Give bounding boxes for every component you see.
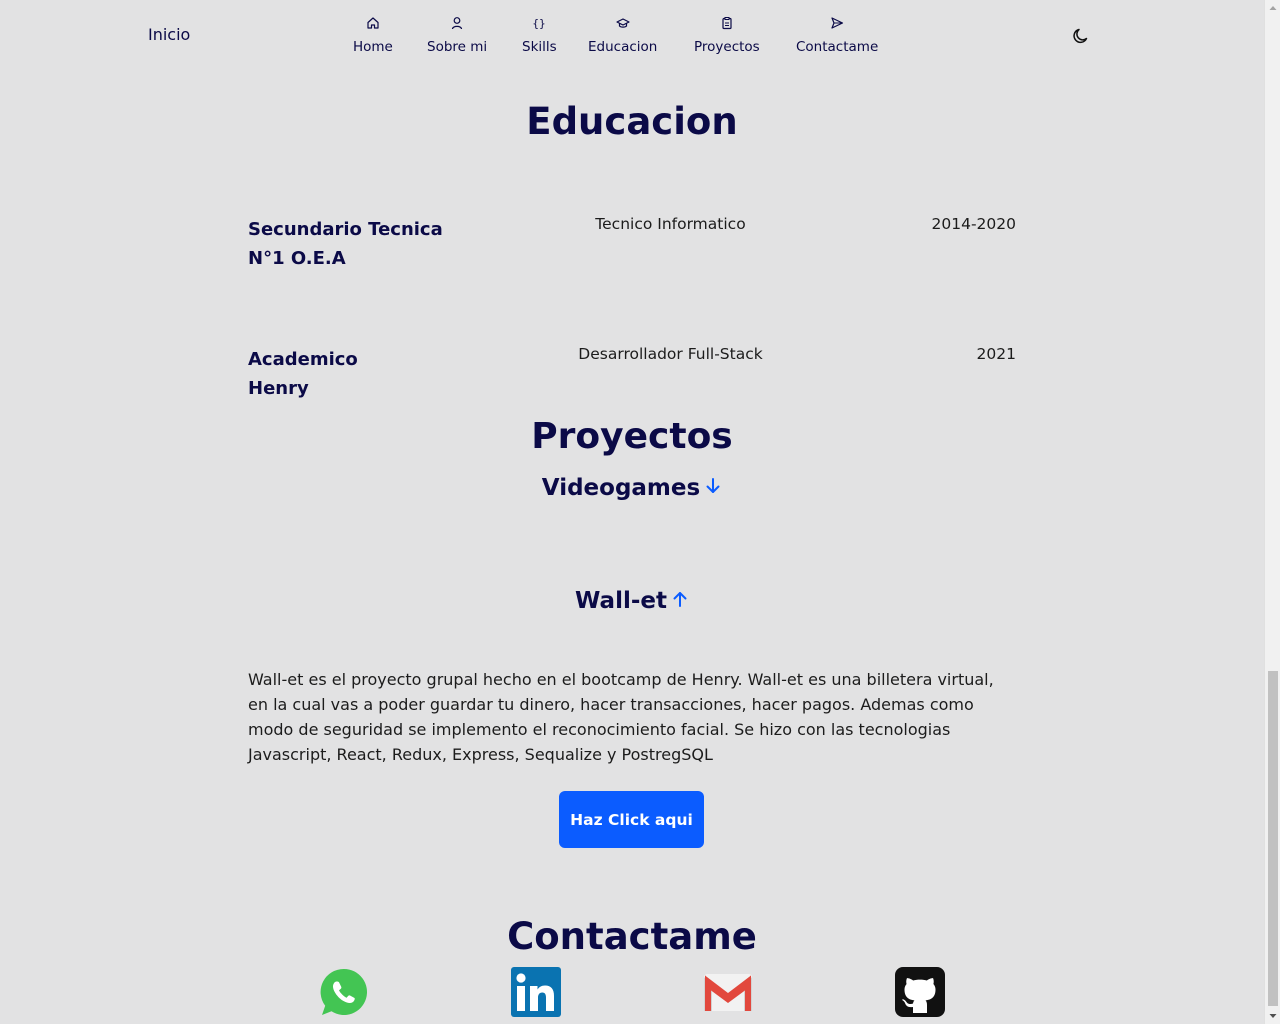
svg-text:{}: {} [533,17,546,30]
code-braces-icon: {} [522,16,557,32]
arrow-up-icon [671,589,689,615]
nav-item-educacion[interactable]: Educacion [588,16,657,55]
theme-toggle-button[interactable] [1071,26,1091,46]
gmail-icon[interactable] [703,967,753,1017]
projects-title: Proyectos [531,416,733,457]
project-description: Wall-et es el proyecto grupal hecho en e… [248,670,994,764]
arrow-down-icon [704,476,722,502]
project-toggle-videogames[interactable]: Videogames [0,475,1264,502]
education-years: 2021 [976,345,1016,363]
moon-icon [1071,28,1091,50]
nav-item-home[interactable]: Home [353,16,393,55]
nav-item-sobre-mi[interactable]: Sobre mi [427,16,487,55]
contact-title: Contactame [507,915,757,958]
project-link-button[interactable]: Haz Click aqui [559,791,704,848]
project-name: Wall-et [575,588,667,614]
clipboard-icon [694,16,760,32]
education-institution: Academico Henry [248,349,358,399]
nav-item-label: Home [353,39,393,55]
contact-links [0,967,1264,1024]
education-item: Academico Henry Desarrollador Full-Stack… [248,345,1016,415]
education-item: Secundario Tecnica N°1 O.E.A Tecnico Inf… [248,215,1016,285]
education-title: Educacion [526,100,738,143]
education-degree: Tecnico Informatico [595,215,746,233]
vertical-scrollbar[interactable] [1264,0,1280,1024]
graduation-cap-icon [588,16,657,32]
scrollbar-thumb[interactable] [1268,671,1278,1006]
project-name: Videogames [541,475,701,501]
scroll-up-arrow-icon[interactable] [1265,0,1280,16]
github-icon[interactable] [895,967,945,1017]
nav-item-label: Proyectos [694,39,760,55]
page: Inicio Home Sobre mi {} Skills Educacion… [0,0,1264,1024]
whatsapp-icon[interactable] [319,967,369,1017]
nav-item-label: Contactame [796,39,879,55]
scroll-down-arrow-icon[interactable] [1265,1008,1280,1024]
education-years: 2014-2020 [931,215,1017,233]
user-icon [427,16,487,32]
home-icon [353,16,393,32]
project-toggle-wall-et[interactable]: Wall-et [0,588,1264,615]
nav-item-skills[interactable]: {} Skills [522,16,557,55]
nav-item-proyectos[interactable]: Proyectos [694,16,760,55]
nav-item-contactame[interactable]: Contactame [796,16,878,55]
education-degree: Desarrollador Full-Stack [578,345,763,363]
education-institution: Secundario Tecnica N°1 O.E.A [248,219,443,269]
send-icon [796,16,878,32]
navbar: Inicio Home Sobre mi {} Skills Educacion… [0,0,1264,72]
nav-item-label: Educacion [588,39,658,55]
linkedin-icon[interactable] [511,967,561,1017]
nav-item-label: Skills [522,39,557,55]
nav-item-label: Sobre mi [427,39,488,55]
